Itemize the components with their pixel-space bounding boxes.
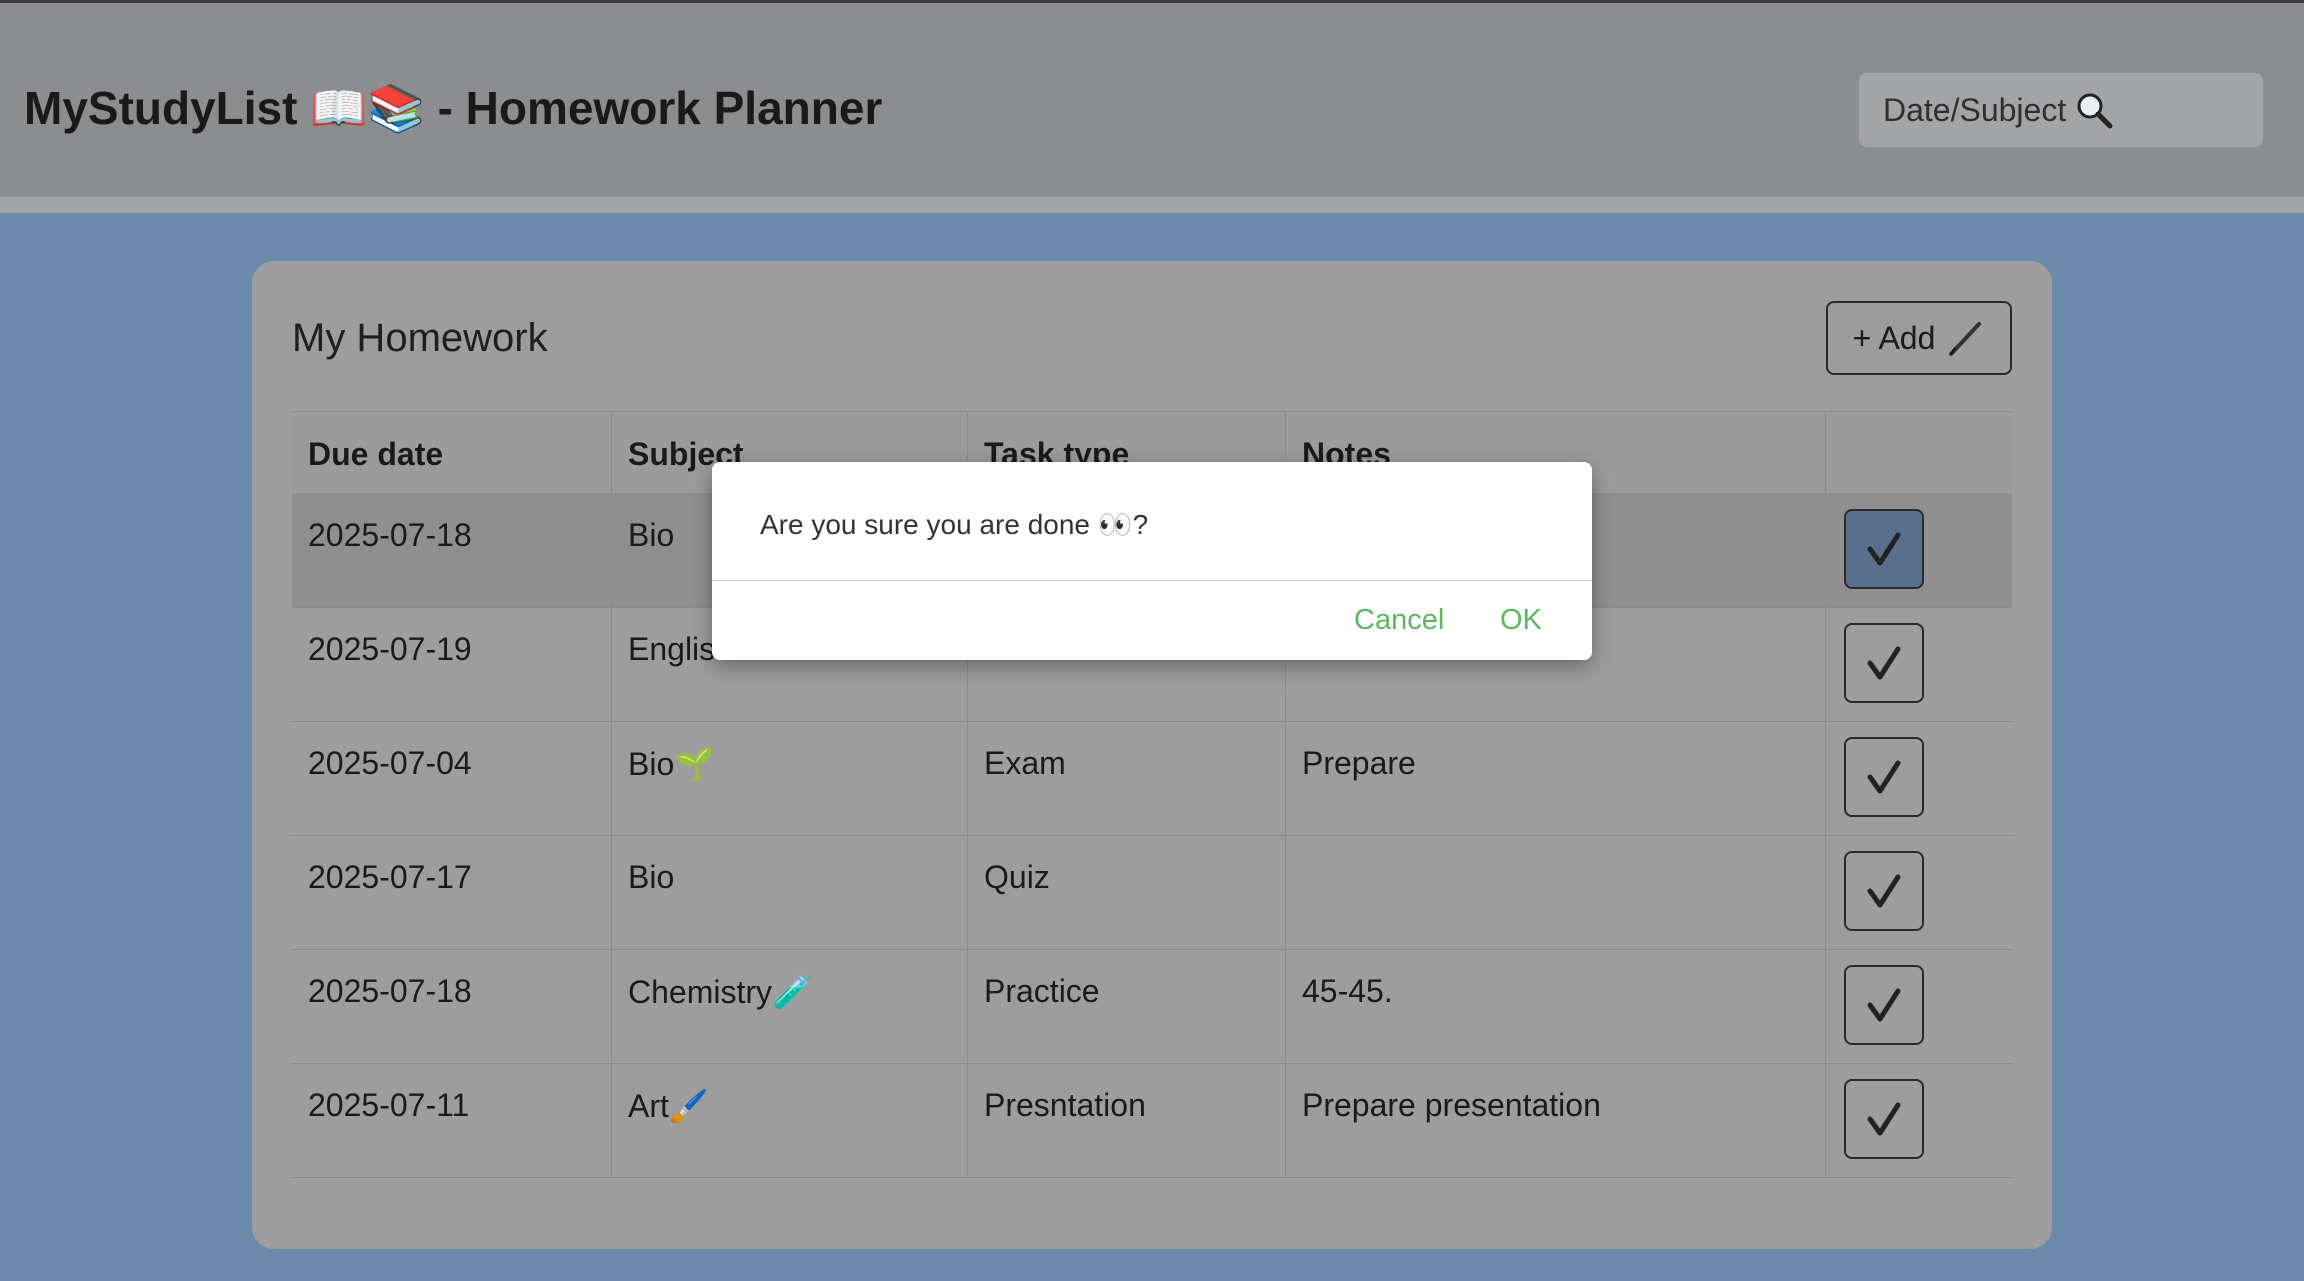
checkmark-icon: [1867, 646, 1901, 680]
magnifier-icon: [2074, 90, 2114, 130]
task-type-cell: Presntation: [968, 1063, 1286, 1177]
due-date-cell: 2025-07-11: [292, 1063, 612, 1177]
table-row: 2025-07-18 Chemistry🧪 Practice 45-45.: [292, 949, 2012, 1064]
notes-cell: Prepare presentation: [1286, 1063, 1826, 1177]
homework-card: My Homework + Add Due date Subject Task …: [252, 261, 2052, 1249]
task-type-cell: Exam: [968, 721, 1286, 835]
checkmark-icon: [1867, 1102, 1901, 1136]
mark-done-button[interactable]: [1844, 851, 1924, 931]
notes-cell: 45-45.: [1286, 949, 1826, 1063]
due-date-cell: 2025-07-17: [292, 835, 612, 949]
due-date-cell: 2025-07-18: [292, 949, 612, 1063]
action-cell: [1826, 949, 2012, 1063]
dialog-message: Are you sure you are done 👀?: [760, 509, 1149, 540]
table-row: 2025-07-17 Bio Quiz: [292, 835, 2012, 950]
action-cell: [1826, 493, 2012, 607]
table-row: 2025-07-04 Bio🌱 Exam Prepare: [292, 721, 2012, 836]
action-cell: [1826, 1063, 2012, 1177]
notes-cell: [1286, 835, 1826, 949]
checkmark-icon: [1867, 532, 1901, 566]
mark-done-button[interactable]: [1844, 509, 1924, 589]
search-placeholder: Date/Subject: [1883, 91, 2067, 128]
subject-cell: Art🖌️: [612, 1063, 968, 1177]
card-title: My Homework: [292, 316, 548, 360]
checkmark-icon: [1867, 760, 1901, 794]
subject-cell: Bio: [612, 835, 968, 949]
app-header: MyStudyList 📖📚 - Homework Planner Date/S…: [0, 3, 2304, 197]
subject-cell: Chemistry🧪: [612, 949, 968, 1063]
add-button-label: + Add: [1852, 319, 1936, 356]
confirm-dialog: Are you sure you are done 👀? Cancel OK: [712, 462, 1592, 660]
mark-done-button[interactable]: [1844, 965, 1924, 1045]
action-cell: [1826, 721, 2012, 835]
checkmark-icon: [1867, 874, 1901, 908]
app-title: MyStudyList 📖📚 - Homework Planner: [24, 82, 883, 134]
notes-cell: Prepare: [1286, 721, 1826, 835]
header-divider: [0, 197, 2304, 213]
pen-icon: [1945, 318, 1985, 358]
column-header-actions: [1826, 412, 2012, 493]
due-date-cell: 2025-07-19: [292, 607, 612, 721]
mark-done-button[interactable]: [1844, 737, 1924, 817]
action-cell: [1826, 835, 2012, 949]
add-homework-button[interactable]: + Add: [1826, 301, 2012, 375]
table-row: 2025-07-11 Art🖌️ Presntation Prepare pre…: [292, 1063, 2012, 1178]
mark-done-button[interactable]: [1844, 623, 1924, 703]
column-header-due-date: Due date: [292, 412, 612, 493]
cancel-button[interactable]: Cancel: [1354, 604, 1444, 637]
mark-done-button[interactable]: [1844, 1079, 1924, 1159]
due-date-cell: 2025-07-04: [292, 721, 612, 835]
due-date-cell: 2025-07-18: [292, 493, 612, 607]
ok-button[interactable]: OK: [1500, 604, 1542, 637]
checkmark-icon: [1867, 988, 1901, 1022]
subject-cell: Bio🌱: [612, 721, 968, 835]
dialog-divider: [712, 580, 1592, 581]
action-cell: [1826, 607, 2012, 721]
task-type-cell: Practice: [968, 949, 1286, 1063]
task-type-cell: Quiz: [968, 835, 1286, 949]
search-input[interactable]: Date/Subject: [1859, 73, 2263, 147]
